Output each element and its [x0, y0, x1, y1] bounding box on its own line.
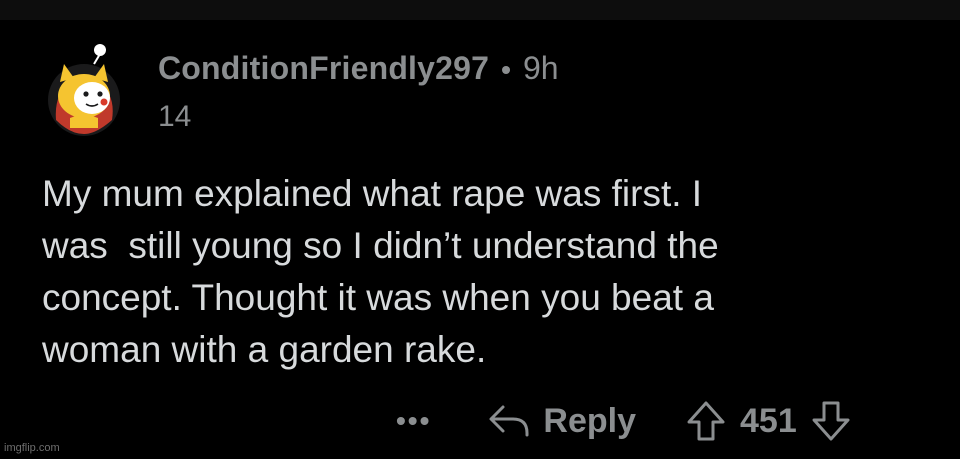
vote-count: 451: [740, 401, 797, 440]
separator-dot: •: [501, 54, 511, 85]
downvote-arrow-icon[interactable]: [811, 400, 851, 442]
reply-label: Reply: [543, 401, 637, 440]
comment-header: ConditionFriendly297 • 9h: [158, 50, 559, 87]
comment-actions: ••• Reply 451: [396, 396, 851, 446]
upvote-arrow-icon[interactable]: [686, 400, 726, 442]
reply-arrow-icon: [487, 403, 531, 439]
vote-controls: 451: [686, 400, 851, 442]
snoo-shiba-avatar-icon: [48, 44, 120, 136]
comment-age: 9h: [522, 50, 559, 86]
more-options-button[interactable]: •••: [396, 405, 431, 437]
comment-body: My mum explained what rape was first. I …: [42, 173, 719, 370]
imgflip-watermark: imgflip.com: [4, 442, 60, 454]
user-avatar[interactable]: [36, 42, 132, 138]
user-karma: 14: [158, 100, 192, 133]
username-link[interactable]: ConditionFriendly297: [158, 50, 489, 87]
reply-button[interactable]: Reply: [487, 402, 636, 441]
comment: ConditionFriendly297 • 9h 14 My mum expl…: [0, 0, 960, 459]
